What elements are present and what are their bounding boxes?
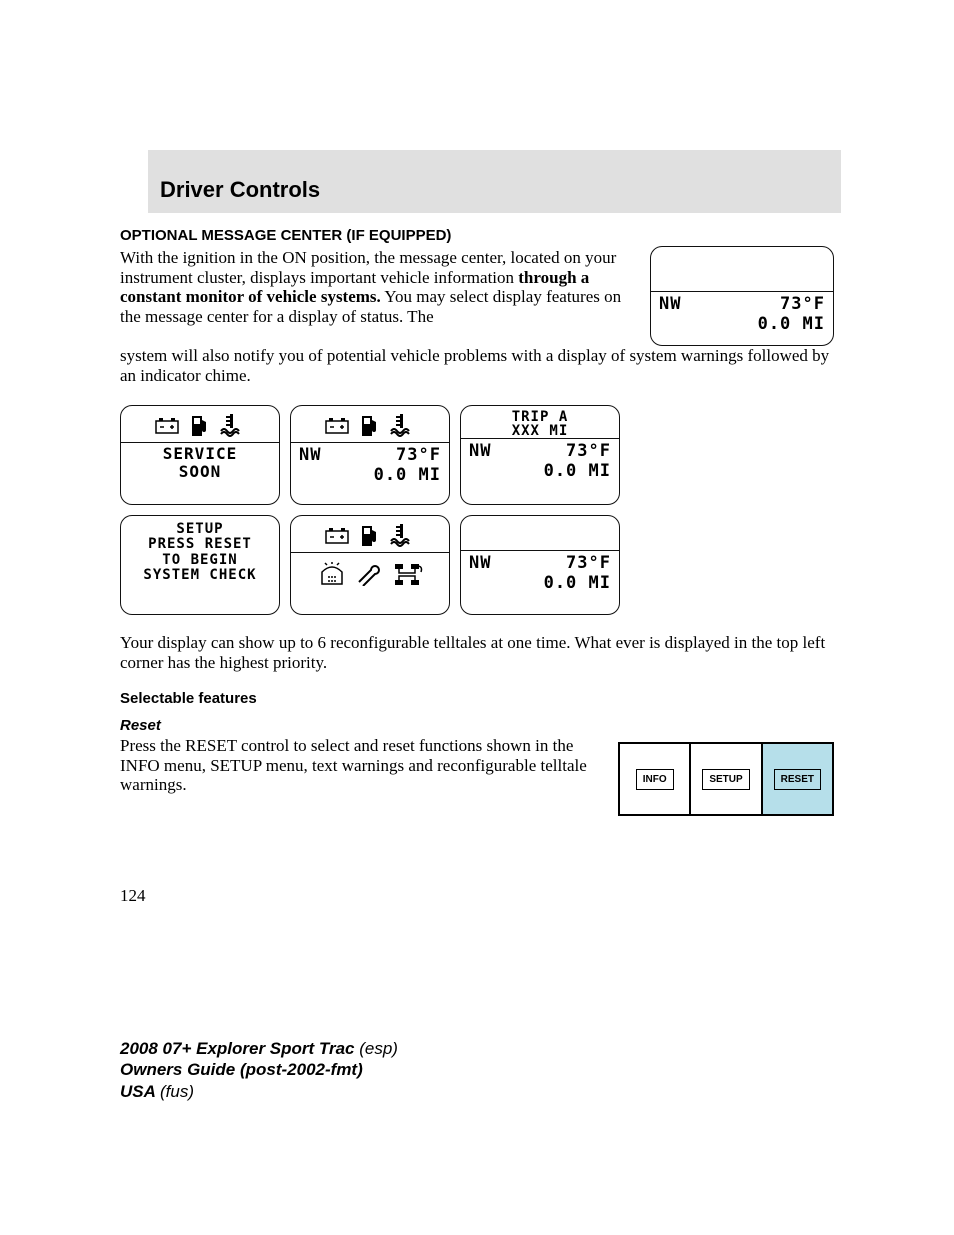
display-icons-status: NW 73°F 0.0 MI <box>290 405 450 505</box>
telltale-icons-row1 <box>299 520 441 552</box>
display-grid: SERVICE SOON NW 73°F 0.0 MI TRIP A XXX M… <box>120 405 834 615</box>
footer-model: 2008 07+ Explorer Sport Trac <box>120 1039 359 1058</box>
info-button[interactable]: INFO <box>636 769 674 790</box>
info-button-cell[interactable]: INFO <box>620 744 691 814</box>
fuel-icon <box>359 524 381 548</box>
telltale-icons <box>299 410 441 442</box>
reset-title: Reset <box>120 717 834 734</box>
footer-guide: Owners Guide (post-2002-fmt) <box>120 1060 363 1079</box>
display-service-soon: SERVICE SOON <box>120 405 280 505</box>
four-wheel-icon <box>393 562 423 588</box>
setup-button-cell[interactable]: SETUP <box>691 744 762 814</box>
page-number: 124 <box>120 886 834 906</box>
telltale-icons <box>129 410 271 442</box>
lcd-temp: 73°F <box>566 441 611 461</box>
footer-region: USA <box>120 1082 160 1101</box>
lcd-temp: 73°F <box>396 445 441 465</box>
header-title: Driver Controls <box>160 177 320 203</box>
display-setup-prompt: SETUP PRESS RESET TO BEGIN SYSTEM CHECK <box>120 515 280 615</box>
lcd-temp: 73°F <box>780 294 825 314</box>
message-center-controls: INFO SETUP RESET <box>618 742 834 816</box>
lcd-miles: 0.0 MI <box>469 461 611 481</box>
battery-icon <box>325 527 351 545</box>
telltale-icons-row2 <box>299 555 441 595</box>
display-blank-status: NW 73°F 0.0 MI <box>460 515 620 615</box>
lcd-nw: NW <box>659 294 681 314</box>
coolant-icon <box>389 524 415 548</box>
fuel-icon <box>359 414 381 438</box>
lcd-nw: NW <box>299 445 321 465</box>
lcd-text-line1: SERVICE <box>129 445 271 463</box>
footer-code1: (esp) <box>359 1039 398 1058</box>
coolant-icon <box>219 414 245 438</box>
section-title: OPTIONAL MESSAGE CENTER (IF EQUIPPED) <box>120 227 834 244</box>
reset-button-cell[interactable]: RESET <box>763 744 832 814</box>
after-grid-paragraph: Your display can show up to 6 reconfigur… <box>120 633 834 672</box>
lcd-line2: PRESS RESET <box>129 537 271 552</box>
setup-button[interactable]: SETUP <box>702 769 749 790</box>
footer-code2: (fus) <box>160 1082 194 1101</box>
display-trip-status: TRIP A XXX MI NW 73°F 0.0 MI <box>460 405 620 505</box>
lcd-text-line2: SOON <box>129 463 271 481</box>
reset-paragraph: Press the RESET control to select and re… <box>120 736 588 795</box>
lcd-nw: NW <box>469 441 491 461</box>
lcd-line1: SETUP <box>129 522 271 537</box>
footer: 2008 07+ Explorer Sport Trac (esp) Owner… <box>120 1038 398 1102</box>
lcd-line3: TO BEGIN <box>129 553 271 568</box>
lcd-miles: 0.0 MI <box>299 465 441 485</box>
display-six-telltales <box>290 515 450 615</box>
lcd-line4: SYSTEM CHECK <box>129 568 271 583</box>
lcd-miles: 0.0 MI <box>659 314 825 334</box>
battery-icon <box>155 417 181 435</box>
lcd-nw: NW <box>469 553 491 573</box>
washer-fluid-icon <box>317 562 347 588</box>
fuel-icon <box>189 414 211 438</box>
reset-button[interactable]: RESET <box>774 769 821 790</box>
page-header: Driver Controls <box>148 150 841 213</box>
lcd-miles: 0.0 MI <box>469 573 611 593</box>
coolant-icon <box>389 414 415 438</box>
intro-paragraph: With the ignition in the ON position, th… <box>120 248 622 326</box>
selectable-title: Selectable features <box>120 690 834 707</box>
wrench-icon <box>355 564 385 586</box>
main-lcd-display: NW 73°F 0.0 MI <box>650 246 834 346</box>
intro-continuation: system will also notify you of potential… <box>120 346 834 385</box>
lcd-trip-value: XXX MI <box>469 424 611 438</box>
battery-icon <box>325 417 351 435</box>
lcd-trip-label: TRIP A <box>469 410 611 424</box>
lcd-temp: 73°F <box>566 553 611 573</box>
